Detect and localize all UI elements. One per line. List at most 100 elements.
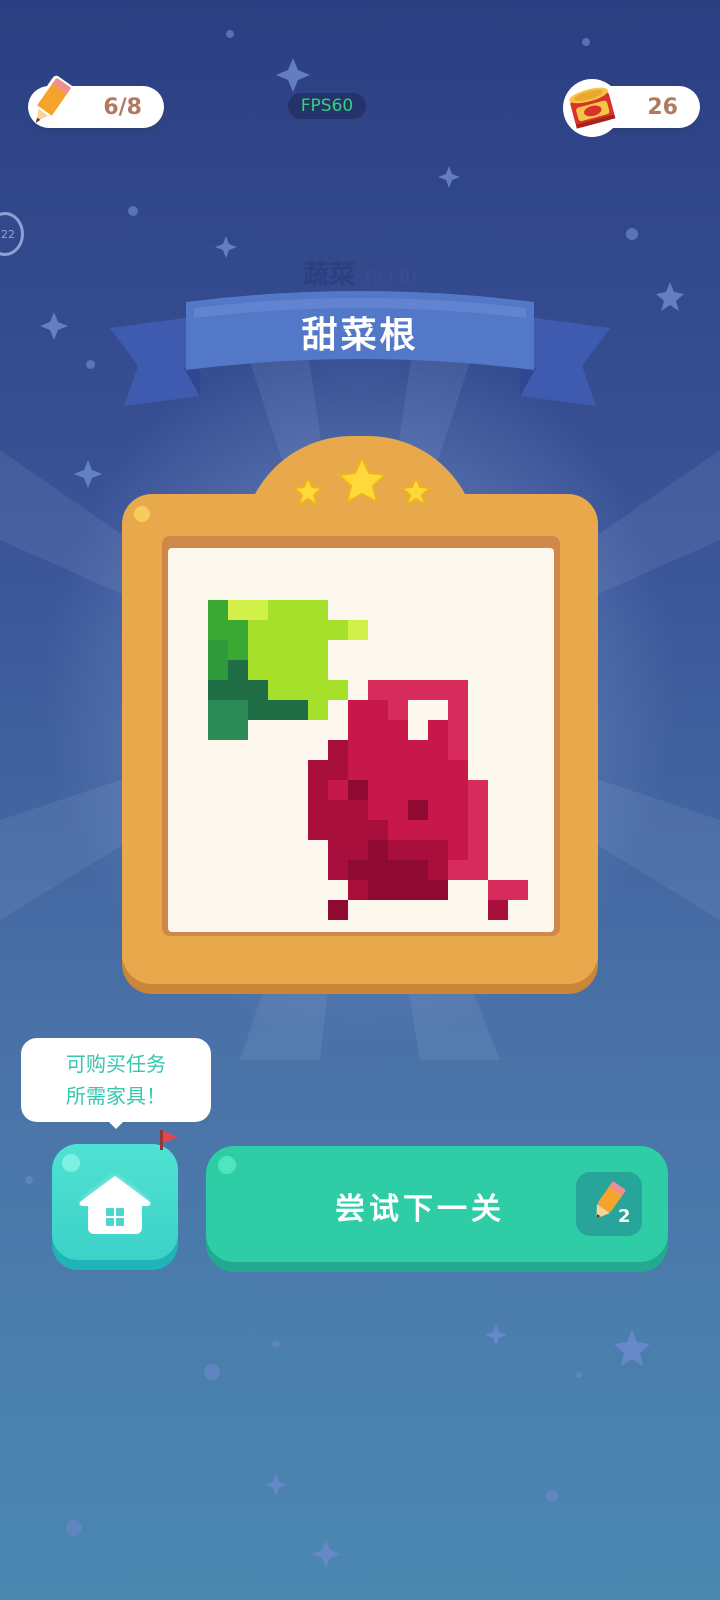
pixel-cell <box>348 800 368 820</box>
pixel-cell <box>348 820 368 840</box>
tip-line-1: 可购买任务 <box>66 1052 166 1076</box>
pixel-cell <box>308 700 328 720</box>
pixel-cell <box>408 840 428 860</box>
pixel-cell <box>408 760 428 780</box>
pixel-cell <box>288 660 308 680</box>
pixel-cell <box>448 840 468 860</box>
pixel-cell <box>388 800 408 820</box>
pixel-cell <box>368 680 388 700</box>
pixel-cell <box>448 760 468 780</box>
pixel-cell <box>368 740 388 760</box>
pixel-cell <box>208 700 228 720</box>
pixel-cell <box>268 660 288 680</box>
pixel-cell <box>408 880 428 900</box>
pixel-cell <box>488 880 508 900</box>
tip-line-2: 所需家具！ <box>66 1084 166 1108</box>
pixel-cell <box>348 620 368 640</box>
pixel-cell <box>408 720 428 740</box>
next-level-label[interactable]: 尝试下一关 <box>300 1184 540 1228</box>
pixel-cell <box>328 680 348 700</box>
pixel-cell <box>208 600 228 620</box>
pixel-cell <box>328 740 348 760</box>
pixel-cell <box>328 840 348 860</box>
pixel-cell <box>308 640 328 660</box>
pixel-cell <box>368 780 388 800</box>
pixel-cell <box>328 620 348 640</box>
pencil-icon <box>33 75 74 124</box>
pixel-cell <box>348 700 368 720</box>
pixel-cell <box>428 860 448 880</box>
pixel-cell <box>468 800 488 820</box>
pixel-cell <box>368 820 388 840</box>
pixel-cell <box>328 800 348 820</box>
pixel-cell <box>508 880 528 900</box>
pixel-cell <box>448 720 468 740</box>
pencil-cost-value: 2 <box>618 1206 631 1227</box>
pixel-cell <box>428 800 448 820</box>
category-name: 蔬菜 <box>303 260 356 290</box>
pixel-cell <box>308 680 328 700</box>
pixel-cell <box>388 840 408 860</box>
pixel-cell <box>468 820 488 840</box>
pixel-cell <box>268 640 288 660</box>
pixel-cell <box>448 740 468 760</box>
pixel-cell <box>328 820 348 840</box>
pixel-cell <box>248 600 268 620</box>
bubble-tail <box>107 1120 125 1129</box>
star-icon <box>401 477 431 506</box>
pixel-cell <box>308 600 328 620</box>
pixel-cell <box>428 880 448 900</box>
pixel-cell <box>228 620 248 640</box>
canned-fish-icon <box>563 79 621 137</box>
level-title: 甜菜根 <box>301 315 419 356</box>
pixel-cell <box>348 860 368 880</box>
pixel-cell <box>448 800 468 820</box>
pixel-cell <box>308 800 328 820</box>
pixel-cell <box>288 680 308 700</box>
pixel-cell <box>288 620 308 640</box>
pixel-cell <box>208 720 228 740</box>
pixel-cell <box>248 700 268 720</box>
pixel-cell <box>448 780 468 800</box>
pixel-cell <box>348 740 368 760</box>
pixel-cell <box>388 740 408 760</box>
pixel-art-canvas <box>168 548 554 932</box>
pixel-cell <box>368 760 388 780</box>
pixel-cell <box>268 680 288 700</box>
pixel-cell <box>468 860 488 880</box>
pixel-cell <box>388 680 408 700</box>
pixel-cell <box>208 620 228 640</box>
pixel-cell <box>368 800 388 820</box>
pixel-cell <box>268 600 288 620</box>
pixel-cell <box>368 720 388 740</box>
pixel-cell <box>468 740 488 760</box>
pixel-cell <box>328 860 348 880</box>
pixel-cell <box>388 720 408 740</box>
home-icon[interactable] <box>74 1168 156 1240</box>
pixel-cell <box>408 820 428 840</box>
pixel-cell <box>448 680 468 700</box>
next-button-highlight <box>218 1156 236 1174</box>
pixel-cell <box>348 840 368 860</box>
pixel-cell <box>388 700 408 720</box>
pixel-cell <box>248 680 268 700</box>
furniture-tip-bubble: 可购买任务 所需家具！ <box>21 1038 211 1122</box>
pixel-cell <box>388 780 408 800</box>
pixel-cell <box>408 800 428 820</box>
pixel-cell <box>448 820 468 840</box>
pixel-cell <box>308 780 328 800</box>
pixel-cell <box>368 700 388 720</box>
pencil-count-text: 6/8 <box>103 94 142 120</box>
category-progress: (3 / 8) <box>365 268 417 288</box>
pixel-cell <box>208 680 228 700</box>
pixel-cell <box>328 760 348 780</box>
pixel-cell <box>468 760 488 780</box>
pixel-cell <box>228 640 248 660</box>
pixel-cell <box>428 720 448 740</box>
pixel-cell <box>488 900 508 920</box>
pixel-cell <box>288 640 308 660</box>
star-icon <box>293 477 323 506</box>
pixel-cell <box>348 780 368 800</box>
pixel-cell <box>428 700 448 720</box>
pixel-cell <box>448 860 468 880</box>
